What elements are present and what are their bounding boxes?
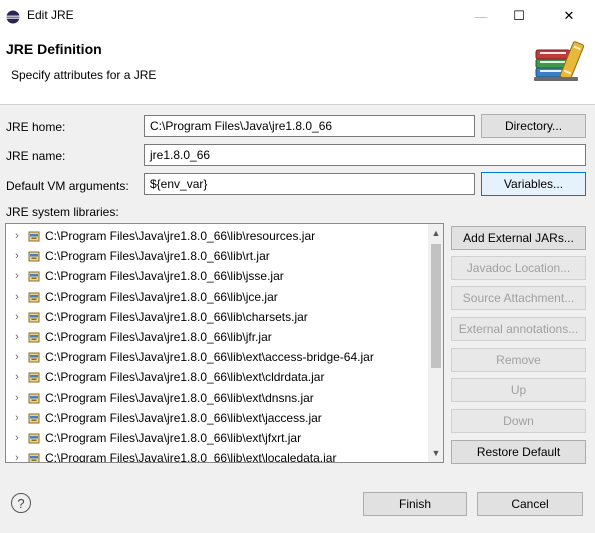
expand-chevron-icon[interactable]: › xyxy=(10,331,24,343)
library-books-icon xyxy=(534,41,584,81)
jar-file-icon xyxy=(28,332,40,343)
jar-file-icon xyxy=(28,312,40,323)
library-path: C:\Program Files\Java\jre1.8.0_66\lib\ex… xyxy=(45,431,302,445)
libraries-tree[interactable]: › C:\Program Files\Java\jre1.8.0_66\lib\r… xyxy=(5,223,444,463)
source-attachment-button[interactable]: Source Attachment... xyxy=(451,286,586,310)
expand-chevron-icon[interactable]: › xyxy=(10,291,24,303)
library-path: C:\Program Files\Java\jre1.8.0_66\lib\ex… xyxy=(45,350,374,365)
expand-chevron-icon[interactable]: › xyxy=(10,432,24,444)
library-path: C:\Program Files\Java\jre1.8.0_66\lib\ex… xyxy=(45,370,325,385)
eclipse-icon xyxy=(6,10,20,24)
maximize-button[interactable]: ☐ xyxy=(496,0,542,32)
dialog-header: JRE Definition Specify attributes for a … xyxy=(0,32,595,105)
expand-chevron-icon[interactable]: › xyxy=(10,452,24,462)
library-item[interactable]: › C:\Program Files\Java\jre1.8.0_66\lib\e… xyxy=(6,347,426,367)
jre-name-input[interactable]: jre1.8.0_66 xyxy=(144,144,586,166)
javadoc-location-button[interactable]: Javadoc Location... xyxy=(451,256,586,280)
up-button[interactable]: Up xyxy=(451,378,586,402)
jar-file-icon xyxy=(28,352,40,363)
library-path: C:\Program Files\Java\jre1.8.0_66\lib\ex… xyxy=(45,390,314,405)
library-path: C:\Program Files\Java\jre1.8.0_66\lib\re… xyxy=(45,229,316,243)
scrollbar-thumb[interactable] xyxy=(431,244,441,368)
page-title: JRE Definition xyxy=(6,41,102,57)
library-item[interactable]: › C:\Program Files\Java\jre1.8.0_66\lib\e… xyxy=(6,367,426,387)
jar-file-icon xyxy=(28,271,40,282)
library-path: C:\Program Files\Java\jre1.8.0_66\lib\jc… xyxy=(45,289,278,304)
jar-file-icon xyxy=(28,413,40,424)
add-external-jars-button[interactable]: Add External JARs... xyxy=(451,226,586,250)
library-item[interactable]: › C:\Program Files\Java\jre1.8.0_66\lib\c… xyxy=(6,307,426,327)
title-bar: Edit JRE — ☐ ✕ xyxy=(0,0,595,32)
expand-chevron-icon[interactable]: › xyxy=(10,371,24,383)
cancel-button[interactable]: Cancel xyxy=(477,492,583,516)
restore-default-button[interactable]: Restore Default xyxy=(451,440,586,464)
jar-file-icon xyxy=(28,393,40,404)
help-icon[interactable]: ? xyxy=(11,493,31,513)
jar-file-icon xyxy=(28,453,40,462)
jre-name-label: JRE name: xyxy=(6,149,66,163)
expand-chevron-icon[interactable]: › xyxy=(10,250,24,262)
library-path: C:\Program Files\Java\jre1.8.0_66\lib\ex… xyxy=(45,410,322,425)
jre-home-input[interactable]: C:\Program Files\Java\jre1.8.0_66 xyxy=(144,115,475,137)
library-path: C:\Program Files\Java\jre1.8.0_66\lib\ch… xyxy=(45,309,308,324)
expand-chevron-icon[interactable]: › xyxy=(10,230,24,242)
expand-chevron-icon[interactable]: › xyxy=(10,392,24,404)
library-item[interactable]: › C:\Program Files\Java\jre1.8.0_66\lib\j… xyxy=(6,287,426,307)
down-button[interactable]: Down xyxy=(451,409,586,433)
expand-chevron-icon[interactable]: › xyxy=(10,270,24,282)
library-item[interactable]: › C:\Program Files\Java\jre1.8.0_66\lib\e… xyxy=(6,428,426,448)
remove-button[interactable]: Remove xyxy=(451,348,586,372)
library-item[interactable]: › C:\Program Files\Java\jre1.8.0_66\lib\j… xyxy=(6,266,426,286)
library-item[interactable]: › C:\Program Files\Java\jre1.8.0_66\lib\j… xyxy=(6,327,426,347)
jar-file-icon xyxy=(28,433,40,444)
scroll-down-arrow-icon[interactable]: ▼ xyxy=(428,444,443,462)
system-libraries-label: JRE system libraries: xyxy=(6,205,119,219)
expand-chevron-icon[interactable]: › xyxy=(10,351,24,363)
library-item[interactable]: › C:\Program Files\Java\jre1.8.0_66\lib\r… xyxy=(6,226,426,246)
jar-file-icon xyxy=(28,292,40,303)
window-title: Edit JRE xyxy=(27,8,74,22)
variables-button[interactable]: Variables... xyxy=(481,172,586,196)
library-item[interactable]: › C:\Program Files\Java\jre1.8.0_66\lib\e… xyxy=(6,388,426,408)
page-subtitle: Specify attributes for a JRE xyxy=(11,68,157,82)
jar-file-icon xyxy=(28,251,40,262)
library-path: C:\Program Files\Java\jre1.8.0_66\lib\jf… xyxy=(45,330,272,344)
expand-chevron-icon[interactable]: › xyxy=(10,412,24,424)
library-item[interactable]: › C:\Program Files\Java\jre1.8.0_66\lib\e… xyxy=(6,408,426,428)
directory-button[interactable]: Directory... xyxy=(481,114,586,138)
jre-home-label: JRE home: xyxy=(6,120,66,134)
library-path: C:\Program Files\Java\jre1.8.0_66\lib\rt… xyxy=(45,249,270,264)
vertical-scrollbar[interactable]: ▲ ▼ xyxy=(428,224,443,462)
expand-chevron-icon[interactable]: › xyxy=(10,311,24,323)
close-button[interactable]: ✕ xyxy=(546,0,592,32)
vm-arguments-input[interactable]: ${env_var} xyxy=(144,173,475,195)
external-annotations-button[interactable]: External annotations... xyxy=(451,317,586,341)
library-item[interactable]: › C:\Program Files\Java\jre1.8.0_66\lib\r… xyxy=(6,246,426,266)
library-item[interactable]: › C:\Program Files\Java\jre1.8.0_66\lib\e… xyxy=(6,448,426,463)
finish-button[interactable]: Finish xyxy=(363,492,467,516)
library-path: C:\Program Files\Java\jre1.8.0_66\lib\ex… xyxy=(45,451,337,463)
library-path: C:\Program Files\Java\jre1.8.0_66\lib\js… xyxy=(45,269,284,284)
scroll-up-arrow-icon[interactable]: ▲ xyxy=(428,224,443,242)
jar-file-icon xyxy=(28,231,40,242)
jar-file-icon xyxy=(28,372,40,383)
vm-arguments-label: Default VM arguments: xyxy=(6,179,129,193)
